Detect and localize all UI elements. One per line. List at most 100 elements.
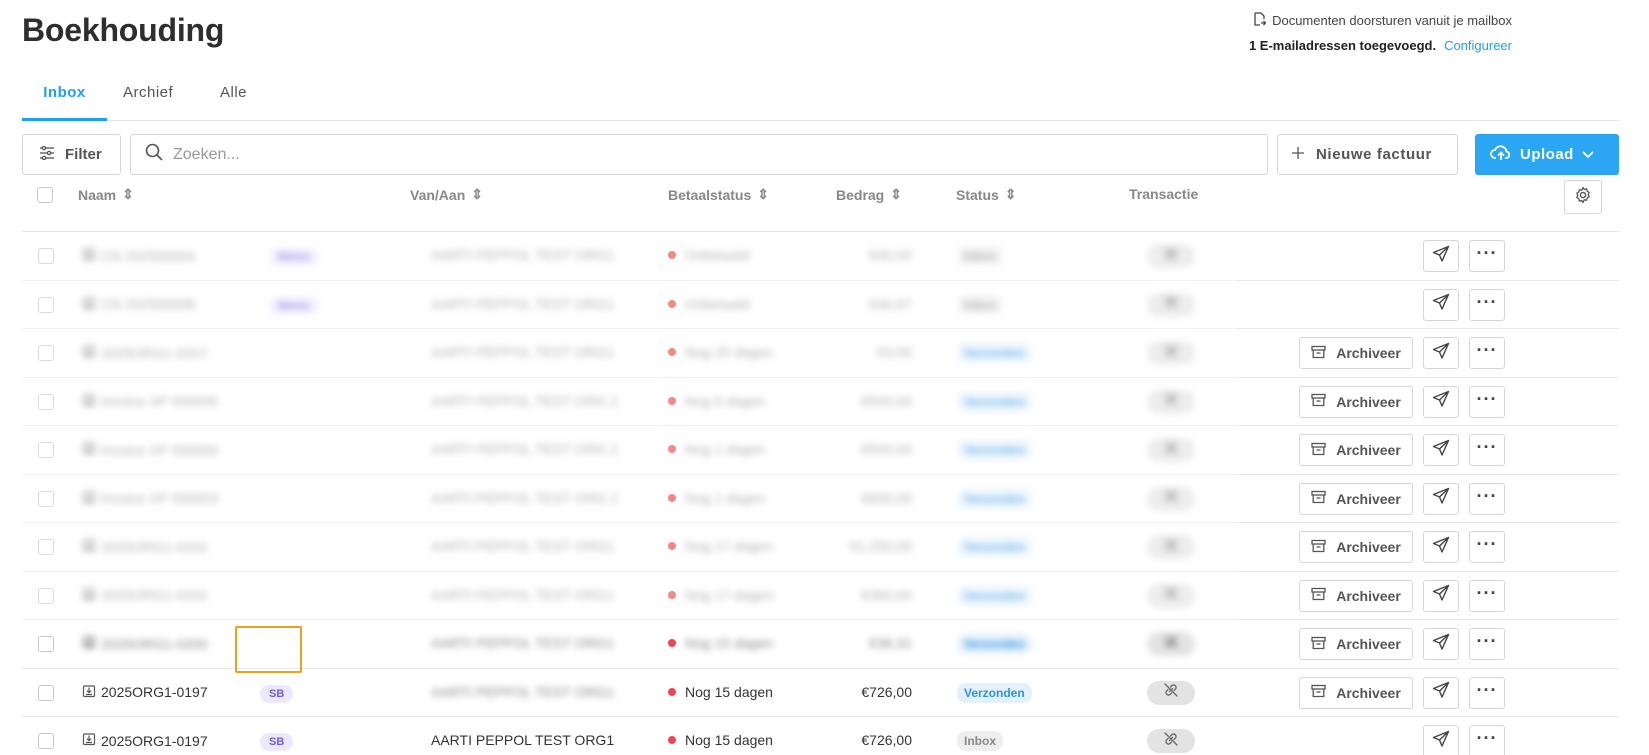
tab-all[interactable]: Alle — [220, 78, 247, 121]
row-checkbox[interactable] — [38, 636, 54, 652]
document-name[interactable]: 2025ORG1-0200 — [82, 635, 208, 652]
row-checkbox[interactable] — [38, 345, 54, 361]
table-row[interactable]: CN 202500008 Memo AARTI PEPPOL TEST ORG1… — [22, 281, 1619, 329]
more-options-button[interactable]: ··· — [1469, 385, 1505, 418]
document-name[interactable]: CN 202500008 — [82, 296, 195, 313]
archive-label: Archiveer — [1336, 393, 1401, 410]
new-invoice-button[interactable]: Nieuwe factuur — [1277, 134, 1458, 175]
cloud-upload-icon — [1490, 144, 1512, 166]
send-button[interactable] — [1423, 434, 1459, 466]
more-options-button[interactable]: ··· — [1469, 579, 1505, 612]
search-icon — [145, 143, 163, 166]
send-button[interactable] — [1423, 385, 1459, 418]
transaction-link-button[interactable] — [1147, 341, 1195, 365]
transaction-link-button[interactable] — [1147, 389, 1195, 414]
send-button[interactable] — [1423, 579, 1459, 612]
send-button[interactable] — [1423, 628, 1459, 660]
upload-button[interactable]: Upload — [1475, 134, 1619, 175]
search-input[interactable] — [173, 145, 1267, 164]
row-checkbox[interactable] — [38, 539, 54, 555]
document-name[interactable]: CN 202500004 — [82, 247, 195, 264]
row-checkbox[interactable] — [38, 393, 54, 410]
row-checkbox[interactable] — [38, 442, 54, 458]
payment-status-text: Onbetaald — [685, 295, 750, 312]
row-checkbox[interactable] — [38, 587, 54, 604]
document-name[interactable]: 2025ORG1-0202 — [82, 587, 208, 604]
configure-link[interactable]: Configureer — [1444, 38, 1512, 53]
amount: €360,00 — [861, 586, 912, 603]
column-name[interactable]: Naam ⇕ — [78, 186, 134, 203]
document-name-text: 2025ORG1-0207 — [101, 344, 208, 361]
row-checkbox[interactable] — [38, 296, 54, 313]
filter-button[interactable]: Filter — [22, 134, 121, 175]
send-button[interactable] — [1423, 482, 1459, 515]
document-name[interactable]: 2025ORG1-0197 — [82, 732, 208, 749]
archive-button[interactable]: Archiveer — [1299, 385, 1413, 418]
archive-button[interactable]: Archiveer — [1299, 337, 1413, 369]
transaction-link-button[interactable] — [1147, 292, 1195, 317]
document-name[interactable]: 2025ORG1-0202 — [82, 538, 208, 555]
send-button[interactable] — [1423, 337, 1459, 369]
table-row[interactable]: Invoice XP 000000 AARTI PEPPOL TEST ORG … — [22, 378, 1619, 426]
transaction-link-button[interactable] — [1147, 583, 1195, 608]
send-button[interactable] — [1423, 240, 1459, 272]
transaction-link-button[interactable] — [1147, 244, 1195, 268]
more-options-button[interactable]: ··· — [1469, 240, 1505, 272]
document-name[interactable]: 2025ORG1-0207 — [82, 344, 208, 361]
ellipsis-icon: ··· — [1476, 582, 1498, 603]
archive-button[interactable]: Archiveer — [1299, 482, 1413, 515]
select-all-checkbox[interactable] — [37, 187, 53, 203]
column-payment-status[interactable]: Betaalstatus ⇕ — [668, 186, 769, 203]
document-name[interactable]: Invoice XP 000000 — [82, 393, 218, 410]
more-options-button[interactable]: ··· — [1469, 288, 1505, 321]
new-invoice-label: Nieuwe factuur — [1316, 146, 1432, 163]
transaction-link-button[interactable] — [1147, 632, 1195, 656]
column-from-to[interactable]: Van/Aan ⇕ — [410, 186, 483, 203]
transaction-link-button[interactable] — [1147, 486, 1195, 511]
more-options-button[interactable]: ··· — [1469, 482, 1505, 515]
tab-inbox[interactable]: Inbox — [22, 78, 107, 121]
transaction-link-button[interactable] — [1147, 680, 1195, 705]
document-name[interactable]: Invoice XP 000003 — [82, 490, 218, 507]
more-options-button[interactable]: ··· — [1469, 725, 1505, 755]
table-row[interactable]: Invoice XP 000003 AARTI PEPPOL TEST ORG … — [22, 475, 1619, 523]
table-row[interactable]: 2025ORG1-0197 SB AARTI PEPPOL TEST ORG1 … — [22, 717, 1619, 755]
more-options-button[interactable]: ··· — [1469, 337, 1505, 369]
archive-button[interactable]: Archiveer — [1299, 676, 1413, 709]
more-options-button[interactable]: ··· — [1469, 531, 1505, 563]
archive-button[interactable]: Archiveer — [1299, 579, 1413, 612]
column-status[interactable]: Status ⇕ — [956, 186, 1017, 203]
archive-button[interactable]: Archiveer — [1299, 434, 1413, 466]
table-row[interactable]: 2025ORG1-0202 AARTI PEPPOL TEST ORG1 Nog… — [22, 572, 1619, 620]
transaction-link-button[interactable] — [1147, 729, 1195, 753]
document-download-icon — [82, 684, 96, 701]
row-checkbox[interactable] — [38, 490, 54, 507]
table-row[interactable]: Invoice XP 000000 AARTI PEPPOL TEST ORG … — [22, 426, 1619, 475]
archive-button[interactable]: Archiveer — [1299, 628, 1413, 660]
unlink-icon — [1163, 440, 1179, 461]
more-options-button[interactable]: ··· — [1469, 434, 1505, 466]
document-name[interactable]: 2025ORG1-0197 — [82, 684, 208, 701]
table-row[interactable]: 2025ORG1-0202 AARTI PEPPOL TEST ORG1 Nog… — [22, 523, 1619, 572]
send-button[interactable] — [1423, 288, 1459, 321]
send-button[interactable] — [1423, 676, 1459, 709]
table-row[interactable]: CN 202500004 Memo AARTI PEPPOL TEST ORG1… — [22, 232, 1619, 281]
more-options-button[interactable]: ··· — [1469, 628, 1505, 660]
document-download-icon — [82, 732, 96, 749]
transaction-link-button[interactable] — [1147, 438, 1195, 462]
table-row[interactable]: 2025ORG1-0207 AARTI PEPPOL TEST ORG1 Nog… — [22, 329, 1619, 378]
row-checkbox[interactable] — [38, 684, 54, 701]
column-amount[interactable]: Bedrag ⇕ — [836, 186, 902, 203]
send-button[interactable] — [1423, 531, 1459, 563]
tab-archive[interactable]: Archief — [123, 78, 173, 121]
more-options-button[interactable]: ··· — [1469, 676, 1505, 709]
row-checkbox[interactable] — [38, 733, 54, 749]
send-button[interactable] — [1423, 725, 1459, 755]
transaction-link-button[interactable] — [1147, 535, 1195, 559]
table-row[interactable]: 2025ORG1-0197 SB AARTI PEPPOL TEST ORG1 … — [22, 669, 1619, 717]
column-settings-button[interactable] — [1564, 180, 1602, 214]
row-checkbox[interactable] — [38, 248, 54, 264]
archive-button[interactable]: Archiveer — [1299, 531, 1413, 563]
document-name[interactable]: Invoice XP 000000 — [82, 441, 218, 458]
sort-icon: ⇕ — [757, 186, 769, 202]
